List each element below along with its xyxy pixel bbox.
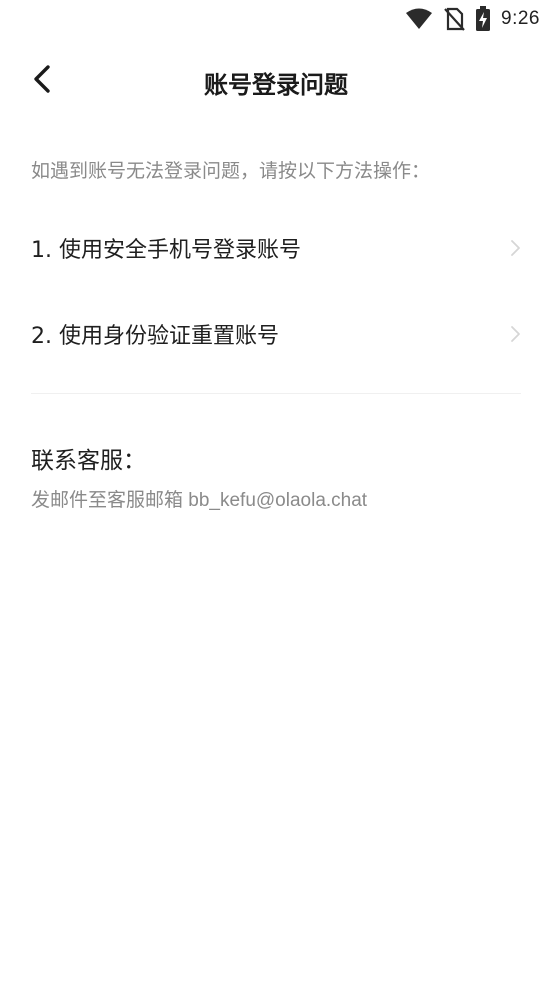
- header: 账号登录问题: [0, 55, 552, 109]
- option-label: 2. 使用身份验证重置账号: [31, 324, 279, 349]
- no-sim-icon: [443, 7, 465, 31]
- chevron-left-icon: [31, 64, 53, 98]
- battery-charging-icon: [475, 6, 491, 32]
- option-identity-reset[interactable]: 2. 使用身份验证重置账号: [31, 309, 521, 359]
- clock-time: 9:26: [501, 8, 540, 29]
- wifi-icon: [405, 8, 433, 30]
- back-button[interactable]: [22, 61, 62, 101]
- status-bar: 9:26: [0, 0, 552, 38]
- chevron-right-icon: [509, 238, 521, 258]
- page-title: 账号登录问题: [204, 70, 348, 99]
- chevron-right-icon: [509, 324, 521, 344]
- intro-text: 如遇到账号无法登录问题，请按以下方法操作：: [31, 160, 431, 182]
- option-secure-phone-login[interactable]: 1. 使用安全手机号登录账号: [31, 223, 521, 273]
- contact-email-text: 发邮件至客服邮箱 bb_kefu@olaola.chat: [31, 490, 368, 511]
- divider: [31, 393, 521, 394]
- option-label: 1. 使用安全手机号登录账号: [31, 238, 301, 263]
- contact-title: 联系客服：: [31, 448, 146, 474]
